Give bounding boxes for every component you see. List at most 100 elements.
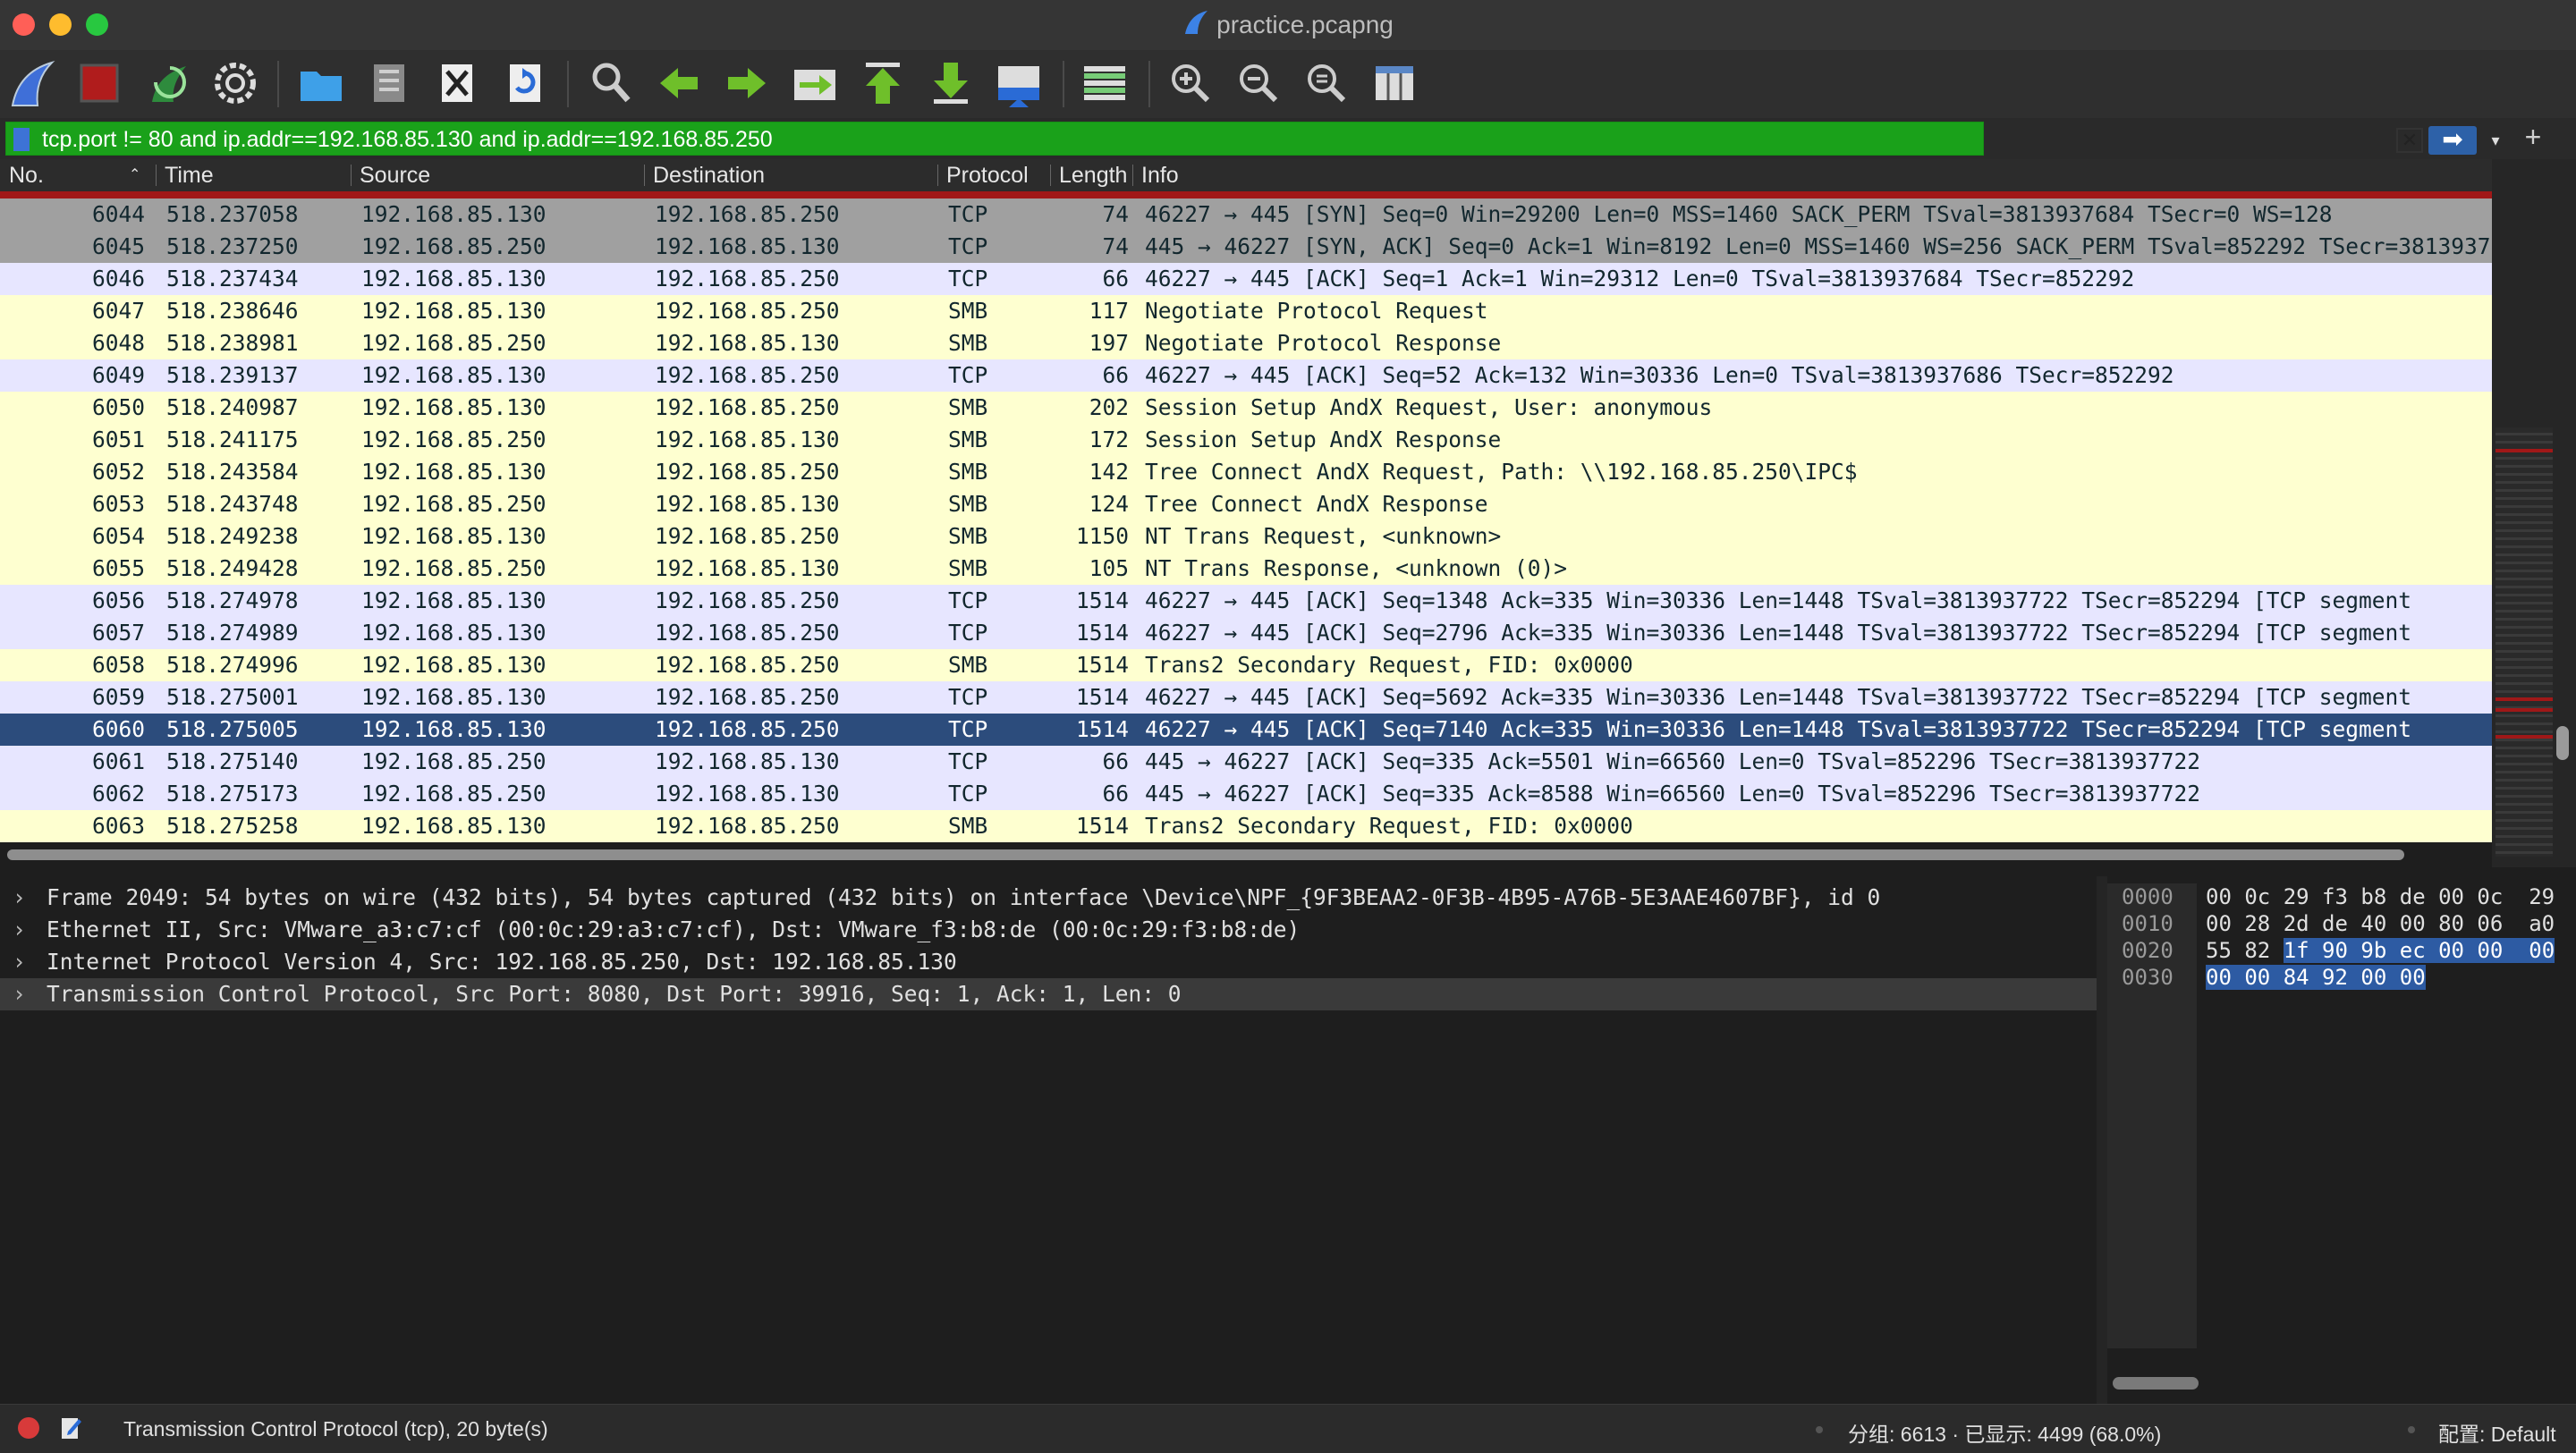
packet-cell-proto: TCP xyxy=(948,233,988,259)
byte-hex[interactable]: 55 82 1f 90 9b ec 00 00 00 xyxy=(2206,937,2555,964)
packet-cell-dst: 192.168.85.250 xyxy=(655,813,840,839)
packet-row[interactable]: 6044 518.237058 192.168.85.130 192.168.85.2… xyxy=(0,199,2492,231)
col-header-length[interactable]: Length xyxy=(1059,159,1131,191)
col-header-destination[interactable]: Destination xyxy=(653,159,930,191)
capture-options-icon[interactable] xyxy=(208,55,263,111)
resize-columns-icon[interactable] xyxy=(1367,55,1422,111)
packet-cell-info: Tree Connect AndX Request, Path: \\192.1… xyxy=(1145,459,1858,485)
packet-cell-info: 445 → 46227 [SYN, ACK] Seq=0 Ack=1 Win=8… xyxy=(1145,233,2492,259)
expand-arrow-icon[interactable]: › xyxy=(13,946,34,978)
find-packet-icon[interactable] xyxy=(583,55,639,111)
packet-cell-src: 192.168.85.250 xyxy=(361,748,547,774)
bytes-horizontal-scrollbar[interactable] xyxy=(2113,1377,2199,1390)
packet-cell-no: 6046 xyxy=(91,266,145,291)
packet-cell-src: 192.168.85.130 xyxy=(361,716,547,742)
display-filter-input[interactable]: tcp.port != 80 and ip.addr==192.168.85.1… xyxy=(5,122,2500,156)
add-filter-button[interactable]: + xyxy=(2515,122,2551,154)
go-last-icon[interactable] xyxy=(923,55,979,111)
packet-cell-proto: TCP xyxy=(948,620,988,646)
go-back-icon[interactable] xyxy=(651,55,707,111)
profile-selector[interactable]: 配置: Default xyxy=(2438,1417,2556,1448)
packet-row-selected[interactable]: 6060 518.275005 192.168.85.130 192.168.85.2… xyxy=(0,714,2492,746)
packet-row[interactable]: 6053 518.243748 192.168.85.250 192.168.85.1… xyxy=(0,488,2492,520)
zoom-in-icon[interactable] xyxy=(1163,55,1218,111)
title-bar: practice.pcapng xyxy=(0,0,2576,50)
packet-cell-no: 6060 xyxy=(91,716,145,742)
packet-row[interactable]: 6059 518.275001 192.168.85.130 192.168.85.2… xyxy=(0,681,2492,714)
packet-row[interactable]: 6051 518.241175 192.168.85.250 192.168.85.1… xyxy=(0,424,2492,456)
byte-offset: 0020 xyxy=(2122,938,2174,963)
expand-arrow-icon[interactable]: › xyxy=(13,978,34,1010)
detail-tree-item[interactable]: › Ethernet II, Src: VMware_a3:c7:cf (00:… xyxy=(0,914,2097,946)
packet-list-horizontal-scrollbar[interactable] xyxy=(7,849,2404,860)
packet-row[interactable]: 6061 518.275140 192.168.85.250 192.168.85.1… xyxy=(0,746,2492,778)
zoom-out-icon[interactable] xyxy=(1231,55,1286,111)
packet-cell-src: 192.168.85.130 xyxy=(361,298,547,324)
filter-history-dropdown[interactable]: ▾ xyxy=(2479,126,2512,155)
packet-row[interactable]: 6063 518.275258 192.168.85.130 192.168.85.2… xyxy=(0,810,2492,842)
packet-cell-src: 192.168.85.130 xyxy=(361,362,547,388)
go-first-icon[interactable] xyxy=(855,55,911,111)
capture-comment-icon[interactable] xyxy=(61,1415,82,1440)
save-file-icon[interactable] xyxy=(361,55,417,111)
vertical-scroll-thumb[interactable] xyxy=(2556,726,2569,760)
packet-cell-len: 1150 xyxy=(1075,523,1129,549)
detail-tree-item-selected[interactable]: › Transmission Control Protocol, Src Por… xyxy=(0,978,2097,1010)
packet-row[interactable]: 6058 518.274996 192.168.85.130 192.168.85.2… xyxy=(0,649,2492,681)
restart-capture-icon[interactable] xyxy=(140,55,195,111)
detail-tree-item[interactable]: › Internet Protocol Version 4, Src: 192.… xyxy=(0,946,2097,978)
packet-cell-src: 192.168.85.130 xyxy=(361,523,547,549)
packet-row[interactable]: 6052 518.243584 192.168.85.130 192.168.85.2… xyxy=(0,456,2492,488)
colorize-icon[interactable] xyxy=(1077,55,1132,111)
col-header-no[interactable]: No. xyxy=(9,159,143,191)
status-separator xyxy=(1816,1426,1823,1433)
packet-row[interactable]: 6048 518.238981 192.168.85.250 192.168.85.1… xyxy=(0,327,2492,359)
byte-hex[interactable]: 00 0c 29 f3 b8 de 00 0c 29 xyxy=(2206,883,2555,910)
packet-row[interactable]: 6055 518.249428 192.168.85.250 192.168.85.1… xyxy=(0,553,2492,585)
go-forward-icon[interactable] xyxy=(719,55,775,111)
detail-tree-item[interactable]: › Frame 2049: 54 bytes on wire (432 bits… xyxy=(0,882,2097,914)
packet-row[interactable]: 6054 518.249238 192.168.85.130 192.168.85.2… xyxy=(0,520,2492,553)
pane-splitter[interactable] xyxy=(2097,876,2107,1404)
expand-arrow-icon[interactable]: › xyxy=(13,914,34,946)
packet-cell-no: 6051 xyxy=(91,427,145,452)
packet-row[interactable]: 6057 518.274989 192.168.85.130 192.168.85.2… xyxy=(0,617,2492,649)
go-to-packet-icon[interactable] xyxy=(787,55,843,111)
packet-row[interactable]: 6050 518.240987 192.168.85.130 192.168.85.2… xyxy=(0,392,2492,424)
packet-cell-len: 117 xyxy=(1089,298,1129,324)
packet-cell-time: 518.274978 xyxy=(166,587,299,613)
packet-cell-proto: SMB xyxy=(948,555,988,581)
packet-cell-time: 518.238646 xyxy=(166,298,299,324)
packet-row[interactable]: 6049 518.239137 192.168.85.130 192.168.85.2… xyxy=(0,359,2492,392)
packet-minimap[interactable] xyxy=(2496,427,2553,857)
col-header-protocol[interactable]: Protocol xyxy=(946,159,1050,191)
open-file-icon[interactable] xyxy=(293,55,349,111)
packet-cell-info: 46227 → 445 [ACK] Seq=7140 Ack=335 Win=3… xyxy=(1145,716,2412,742)
byte-hex[interactable]: 00 28 2d de 40 00 80 06 a0 xyxy=(2206,910,2555,937)
clear-filter-button[interactable]: ✕ xyxy=(2396,128,2423,153)
packet-row[interactable]: 6047 518.238646 192.168.85.130 192.168.85.2… xyxy=(0,295,2492,327)
packet-row[interactable]: 6045 518.237250 192.168.85.250 192.168.85.1… xyxy=(0,231,2492,263)
packet-cell-info: NT Trans Request, <unknown> xyxy=(1145,523,1502,549)
packet-cell-time: 518.240987 xyxy=(166,394,299,420)
shark-fin-start-icon[interactable] xyxy=(4,55,59,111)
packet-cell-info: 46227 → 445 [ACK] Seq=52 Ack=132 Win=303… xyxy=(1145,362,2174,388)
close-file-icon[interactable] xyxy=(429,55,485,111)
stop-capture-icon[interactable] xyxy=(72,55,127,111)
col-header-time[interactable]: Time xyxy=(165,159,343,191)
col-header-info[interactable]: Info xyxy=(1141,159,1410,191)
col-header-source[interactable]: Source xyxy=(360,159,637,191)
reload-file-icon[interactable] xyxy=(497,55,553,111)
packet-list-header: No. ⌃ Time Source Destination Protocol L… xyxy=(0,159,2492,192)
expand-arrow-icon[interactable]: › xyxy=(13,882,34,914)
packet-cell-src: 192.168.85.130 xyxy=(361,459,547,485)
filter-bookmark-icon[interactable] xyxy=(13,128,30,151)
apply-filter-button[interactable]: ➡ xyxy=(2428,126,2477,155)
expert-info-icon[interactable] xyxy=(18,1417,39,1439)
packet-row[interactable]: 6062 518.275173 192.168.85.250 192.168.85.1… xyxy=(0,778,2492,810)
packet-row[interactable]: 6056 518.274978 192.168.85.130 192.168.85.2… xyxy=(0,585,2492,617)
byte-hex[interactable]: 00 00 84 92 00 00 xyxy=(2206,964,2426,991)
autoscroll-icon[interactable] xyxy=(991,55,1046,111)
packet-row[interactable]: 6046 518.237434 192.168.85.130 192.168.85.2… xyxy=(0,263,2492,295)
zoom-normal-icon[interactable] xyxy=(1299,55,1354,111)
